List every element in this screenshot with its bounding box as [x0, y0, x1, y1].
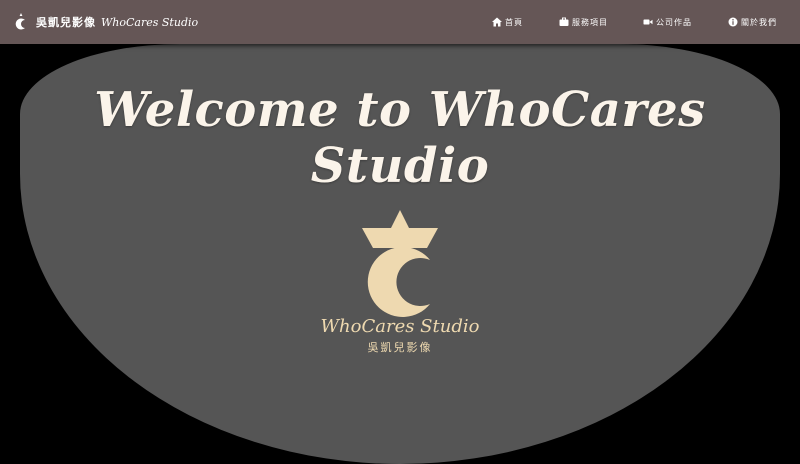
- logo-name-en: WhoCares Studio: [320, 316, 480, 337]
- navbar: 吳凱兒影像 WhoCares Studio 首頁 服務項目 公司作品 關於我們: [0, 0, 800, 44]
- studio-logo: WhoCares Studio 吳凱兒影像: [318, 208, 482, 358]
- nav-item-works[interactable]: 公司作品: [643, 15, 692, 29]
- nav-item-home-label: 首頁: [505, 17, 523, 27]
- crescent-crown-icon: [362, 210, 438, 317]
- brand-name-cn: 吳凱兒影像: [36, 16, 96, 29]
- nav-item-services[interactable]: 服務項目: [559, 15, 608, 29]
- brand-name-en: WhoCares Studio: [101, 15, 199, 29]
- nav-item-services-label: 服務項目: [572, 17, 608, 27]
- video-icon: [643, 19, 653, 25]
- crescent-crown-icon: [15, 13, 25, 30]
- briefcase-icon: [559, 17, 569, 26]
- nav-item-works-label: 公司作品: [656, 17, 692, 27]
- info-icon: [728, 17, 738, 27]
- hero-title: Welcome to WhoCares Studio: [94, 82, 706, 194]
- home-icon: [492, 17, 502, 27]
- brand-link[interactable]: 吳凱兒影像 WhoCares Studio: [14, 11, 198, 33]
- logo-name-cn: 吳凱兒影像: [367, 341, 433, 354]
- nav-item-about[interactable]: 關於我們: [728, 15, 777, 29]
- nav-item-home[interactable]: 首頁: [492, 15, 523, 29]
- nav-item-about-label: 關於我們: [741, 17, 777, 27]
